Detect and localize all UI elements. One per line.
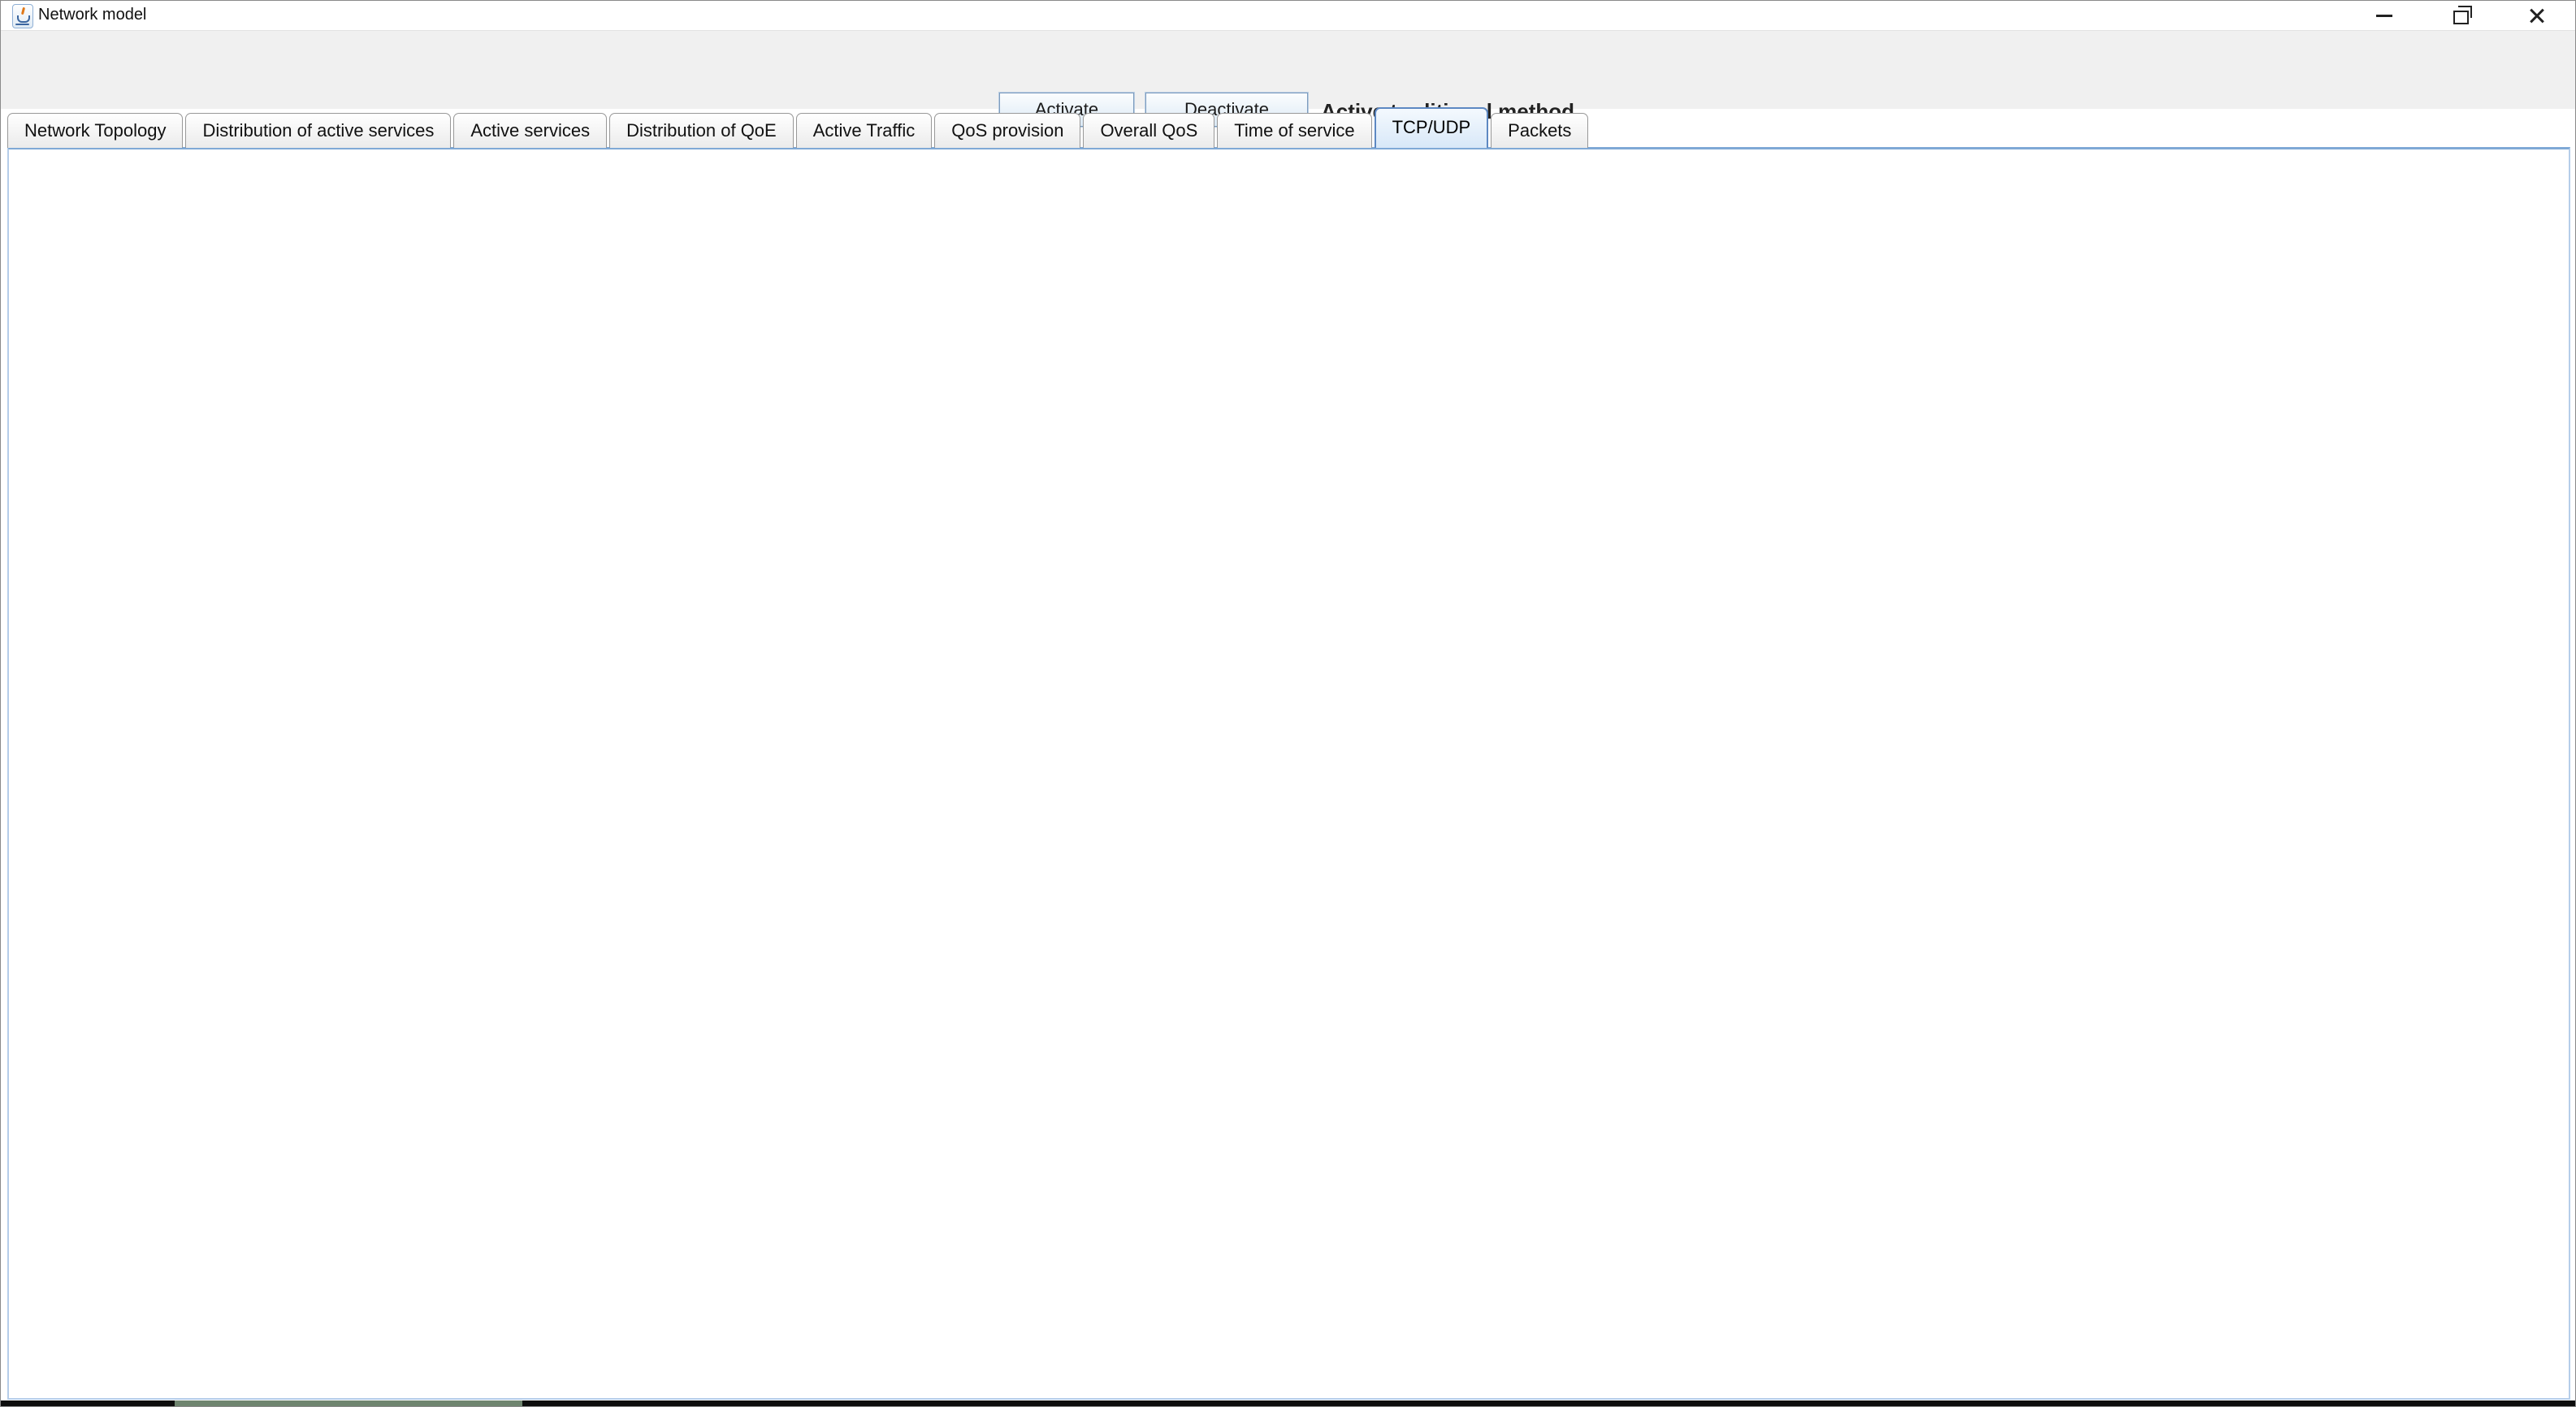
taskbar-edge [1, 1401, 2575, 1406]
tab-network-topology[interactable]: Network Topology [7, 113, 183, 148]
java-coffee-cup-icon [12, 4, 33, 28]
toolbar: Activate Deactivate Active traditional m… [1, 30, 2575, 109]
tab-active-traffic[interactable]: Active Traffic [796, 113, 933, 148]
icon-flame [21, 7, 25, 15]
tab-distribution-of-qoe[interactable]: Distribution of QoE [609, 113, 794, 148]
tab-packets[interactable]: Packets [1491, 113, 1588, 148]
icon-cup [17, 15, 30, 23]
close-button[interactable] [2499, 1, 2575, 30]
taskbar-segment [175, 1401, 522, 1406]
tab-distribution-of-active-services[interactable]: Distribution of active services [185, 113, 451, 148]
tab-content-panel [7, 147, 2570, 1400]
tab-bar: Network TopologyDistribution of active s… [7, 108, 2570, 148]
title-bar: Network model [1, 1, 2575, 30]
tab-time-of-service[interactable]: Time of service [1217, 113, 1371, 148]
minimize-button[interactable] [2346, 1, 2422, 30]
tab-tcp-udp[interactable]: TCP/UDP [1375, 107, 1489, 148]
maximize-button[interactable] [2422, 1, 2499, 30]
close-icon [2527, 6, 2547, 25]
tab-qos-provision[interactable]: QoS provision [934, 113, 1080, 148]
window-controls [2346, 1, 2575, 30]
minimize-icon [2376, 15, 2392, 17]
tab-overall-qos[interactable]: Overall QoS [1083, 113, 1214, 148]
restore-window-icon [2453, 11, 2469, 24]
tab-active-services[interactable]: Active services [453, 113, 607, 148]
icon-saucer [15, 24, 29, 25]
window-title: Network model [38, 6, 146, 24]
app-window: Network model Activate Deactivate Active… [0, 0, 2576, 1407]
